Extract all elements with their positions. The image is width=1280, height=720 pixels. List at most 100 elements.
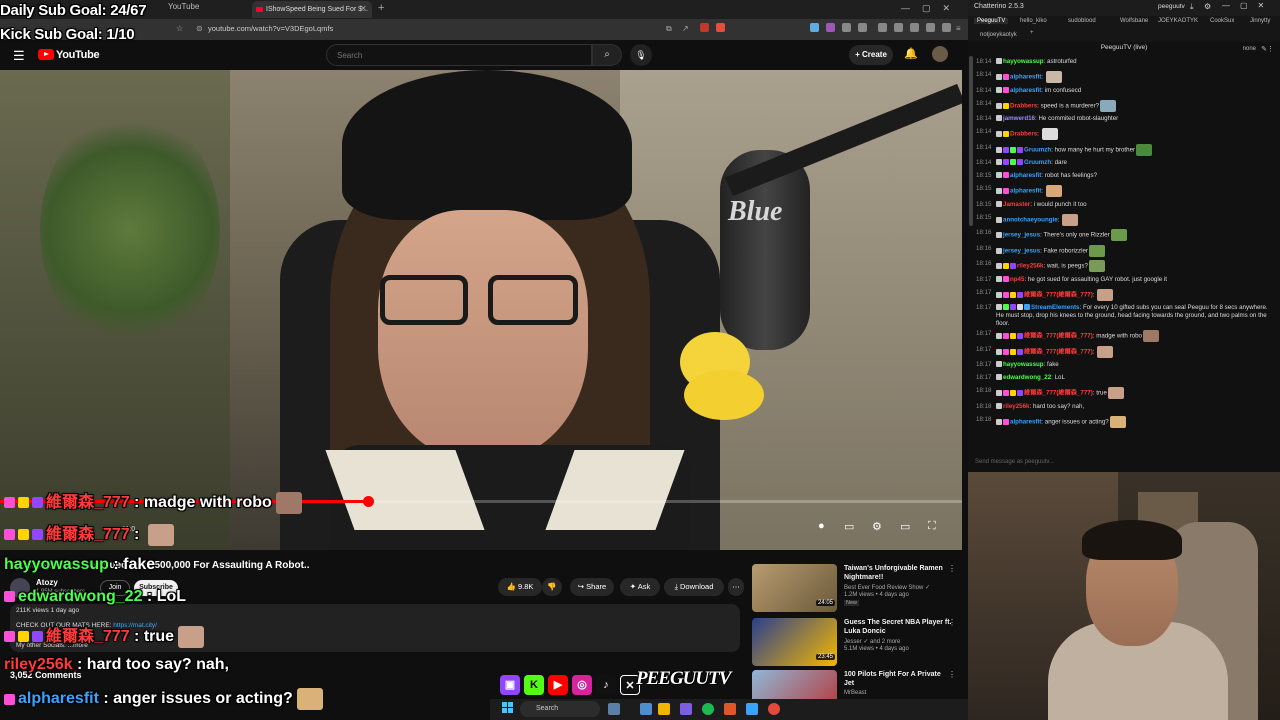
chat-username[interactable]: np45: [1010, 276, 1024, 283]
chat-username[interactable]: alpharesfit: [1010, 87, 1041, 94]
taskbar-search[interactable]: Search: [520, 701, 600, 717]
tab-active[interactable]: IShowSpeed Being Sued For $...: [252, 1, 372, 18]
chatterino-tab[interactable]: Wolfsbane: [1120, 18, 1148, 24]
spotify-icon[interactable]: [702, 703, 714, 715]
more-actions-button[interactable]: ⋯: [728, 578, 744, 596]
menu-icon[interactable]: ☰: [13, 48, 25, 64]
share-icon[interactable]: ↗: [682, 24, 689, 33]
settings-gear-icon[interactable]: ⚙: [1204, 2, 1211, 11]
voice-search-button[interactable]: 🎙: [630, 44, 652, 66]
chat-mode[interactable]: none: [1243, 46, 1256, 52]
chrome-icon[interactable]: [768, 703, 780, 715]
tab-notjoeykaotyk[interactable]: notjoeykaotyk: [980, 32, 1017, 38]
extension-icon[interactable]: [842, 23, 851, 32]
url-text[interactable]: youtube.com/watch?v=V3DEgoLqmfs: [208, 24, 333, 33]
chat-input[interactable]: Send message as peeguutv...: [972, 456, 1276, 468]
chat-username[interactable]: 維爾森_777(維爾森_777): [1024, 390, 1093, 397]
window-controls[interactable]: —▢✕: [1222, 1, 1274, 10]
video-player[interactable]: Blue 11:0 ● ▭ ⚙ ▭ ⛶: [0, 70, 962, 550]
dislike-button[interactable]: 👎: [542, 578, 562, 596]
chat-username[interactable]: hayyowassup: [1003, 58, 1044, 65]
close-tab-icon[interactable]: ✕: [360, 4, 367, 13]
captions-icon[interactable]: ▭: [844, 520, 854, 533]
chat-username[interactable]: StreamElements: [1031, 304, 1080, 311]
youtube-logo-icon[interactable]: [38, 49, 54, 60]
chat-username[interactable]: jamwerd16: [1003, 115, 1035, 122]
theater-mode-icon[interactable]: ▭: [900, 520, 910, 533]
search-input[interactable]: [327, 45, 591, 66]
extension-icon[interactable]: [858, 23, 867, 32]
recommended-channel[interactable]: MrBeast: [844, 690, 866, 696]
recommended-video[interactable]: 23:45 Guess The Secret NBA Player ft. Luk…: [752, 618, 962, 668]
chatterino-tab[interactable]: JOEYKAOTYK: [1158, 18, 1198, 24]
notifications-bell-icon[interactable]: 🔔: [904, 47, 918, 60]
bookmark-icon[interactable]: ☆: [176, 24, 183, 33]
extension-icon[interactable]: [926, 23, 935, 32]
chat-username[interactable]: 維爾森_777(維爾森_777): [1024, 348, 1093, 355]
file-explorer-icon[interactable]: [658, 703, 670, 715]
extension-icon[interactable]: [700, 23, 709, 32]
address-bar[interactable]: ☆ ⊜ youtube.com/watch?v=V3DEgoLqmfs ⧉ ↗ …: [0, 19, 968, 40]
account-name[interactable]: peeguutv: [1158, 3, 1185, 10]
chat-username[interactable]: Drabbers: [1010, 131, 1037, 138]
recommended-title[interactable]: Guess The Secret NBA Player ft. Luka Don…: [844, 618, 952, 636]
chat-username[interactable]: annotchaeyoungie: [1003, 216, 1058, 223]
chat-username[interactable]: alpharesfit: [1010, 74, 1041, 81]
chat-username[interactable]: alpharesfit: [1010, 172, 1041, 179]
download-update-icon[interactable]: ⤓: [1190, 2, 1194, 12]
new-tab-icon[interactable]: +: [378, 2, 384, 14]
autoplay-toggle-icon[interactable]: ●: [818, 520, 825, 532]
youtube-logo-text[interactable]: YouTube: [56, 49, 100, 61]
extension-icon[interactable]: [826, 23, 835, 32]
taskbar-app-icon[interactable]: [680, 703, 692, 715]
chatterino-tab[interactable]: hello_kiko: [1020, 18, 1047, 24]
extension-icon[interactable]: [942, 23, 951, 32]
recommended-title[interactable]: 100 Pilots Fight For A Private Jet: [844, 670, 952, 688]
recommended-channel[interactable]: Best Ever Food Review Show ✓: [844, 584, 930, 591]
settings-gear-icon[interactable]: ⚙: [872, 520, 882, 533]
more-options-icon[interactable]: ⋮: [948, 670, 956, 679]
chatterino-tab[interactable]: sudoblood: [1068, 18, 1096, 24]
chatterino-tab[interactable]: CookSux: [1210, 18, 1234, 24]
tab-youtube[interactable]: YouTube: [168, 2, 199, 11]
extension-icon[interactable]: [716, 23, 725, 32]
chatterino-tab[interactable]: Jinnytty: [1250, 18, 1270, 24]
more-options-icon[interactable]: ⋮: [948, 564, 956, 573]
chat-username[interactable]: 維爾森_777(維爾森_777): [1024, 333, 1093, 340]
search-button[interactable]: ⌕: [592, 44, 622, 66]
scrubber-handle[interactable]: [363, 496, 374, 507]
like-button[interactable]: 👍 9.8K: [498, 578, 542, 596]
browser-menu-icon[interactable]: ≡: [956, 24, 961, 33]
more-options-icon[interactable]: ⋮: [948, 618, 956, 627]
share-button[interactable]: ↪ Share: [570, 578, 614, 596]
fullscreen-icon[interactable]: ⛶: [928, 520, 936, 533]
extension-icon[interactable]: [878, 23, 887, 32]
chat-username[interactable]: 維爾森_777(維爾森_777): [1024, 291, 1093, 298]
chat-username[interactable]: riley256k: [1017, 263, 1044, 270]
site-info-icon[interactable]: ⊜: [196, 24, 203, 33]
window-controls[interactable]: —▢✕: [901, 3, 962, 14]
chat-username[interactable]: jersey_jesus: [1003, 232, 1040, 239]
chat-username[interactable]: jersey_jesus: [1003, 247, 1040, 254]
taskbar-app-icon[interactable]: [608, 703, 620, 715]
taskbar-app-icon[interactable]: [724, 703, 736, 715]
extension-icon[interactable]: [810, 23, 819, 32]
recommended-video[interactable]: 24:05 Taiwan's Unforgivable Ramen Nightma…: [752, 564, 962, 614]
download-button[interactable]: ⤓ Download: [664, 578, 724, 596]
add-tab-icon[interactable]: +: [1030, 30, 1034, 36]
chat-username[interactable]: alpharesfit: [1010, 188, 1041, 195]
recommended-title[interactable]: Taiwan's Unforgivable Ramen Nightmare!!: [844, 564, 952, 582]
chat-username[interactable]: riley256k: [1003, 403, 1030, 410]
extension-icon[interactable]: [894, 23, 903, 32]
chat-username[interactable]: edwardwong_22: [1003, 374, 1051, 381]
windows-start-icon[interactable]: [502, 702, 514, 714]
chat-username[interactable]: alpharesfit: [1010, 418, 1041, 425]
taskbar-app-icon[interactable]: [640, 703, 652, 715]
chat-username[interactable]: hayyowassup: [1003, 361, 1044, 368]
chat-username[interactable]: Gruumzh: [1024, 146, 1051, 153]
channel-actions-icon[interactable]: ✎⋮: [1261, 45, 1274, 53]
chatterino-tab[interactable]: PeeguuTV: [974, 18, 1009, 24]
recommended-channel[interactable]: Jesser ✓ and 2 more: [844, 638, 900, 645]
chat-username[interactable]: Drabbers: [1010, 102, 1037, 109]
user-avatar[interactable]: [932, 46, 948, 62]
